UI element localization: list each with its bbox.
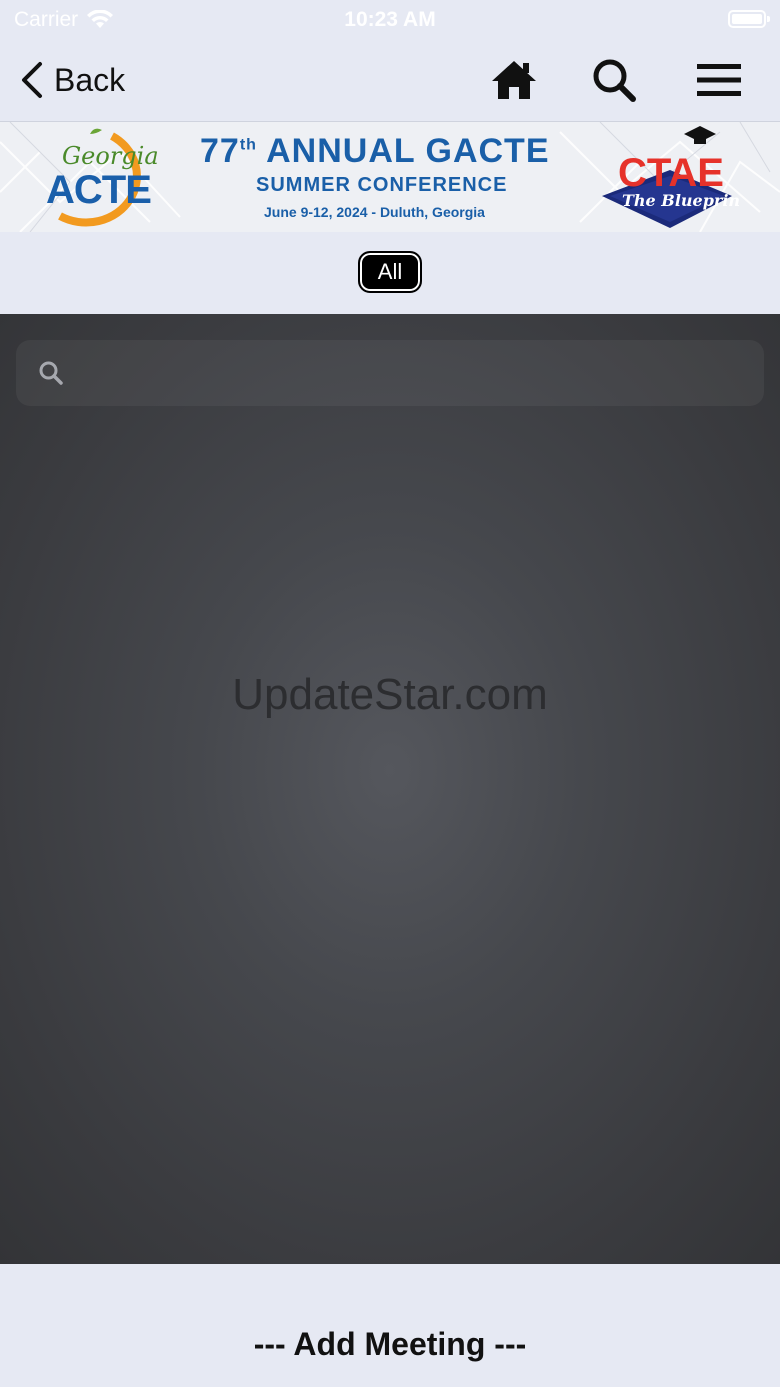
georgia-acte-logo: Georgia ACTE [42, 128, 172, 228]
svg-text:The Blueprint: The Blueprint [622, 191, 740, 210]
status-bar: Carrier 10:23 AM [0, 0, 780, 40]
banner-title: 77th ANNUAL GACTE [200, 132, 550, 170]
banner-dates: June 9-12, 2024 - Duluth, Georgia [264, 204, 485, 220]
georgia-logo-text: Georgia [62, 142, 159, 170]
menu-button[interactable] [693, 56, 745, 104]
search-icon [39, 361, 63, 385]
filter-all-button[interactable]: All [358, 251, 422, 293]
search-input[interactable] [64, 340, 764, 406]
watermark-text: UpdateStar.com [232, 670, 548, 719]
acte-logo-text: ACTE [46, 168, 152, 212]
conference-banner: Georgia ACTE 77th ANNUAL GACTE SUMMER CO… [0, 122, 780, 232]
search-icon [593, 59, 636, 102]
home-button[interactable] [488, 56, 540, 104]
banner-subtitle: SUMMER CONFERENCE [256, 174, 508, 196]
navigation-bar: Back [0, 40, 780, 122]
status-time: 10:23 AM [344, 8, 436, 31]
back-label: Back [54, 61, 126, 98]
meetings-list-area[interactable]: UpdateStar.com [0, 314, 780, 1264]
bottom-bar: --- Add Meeting --- [0, 1264, 780, 1387]
home-icon [492, 61, 536, 99]
svg-text:CTAE: CTAE [618, 151, 724, 195]
filter-row: All [0, 232, 780, 314]
chevron-left-icon [22, 62, 42, 98]
search-button[interactable] [588, 56, 640, 104]
menu-icon [697, 64, 741, 96]
back-button[interactable]: Back [18, 56, 125, 104]
ctae-blueprint-logo: CTAE The Blueprint [600, 124, 748, 230]
search-bar[interactable] [16, 340, 764, 406]
battery-icon [728, 10, 770, 28]
add-meeting-button[interactable]: --- Add Meeting --- [0, 1326, 780, 1363]
